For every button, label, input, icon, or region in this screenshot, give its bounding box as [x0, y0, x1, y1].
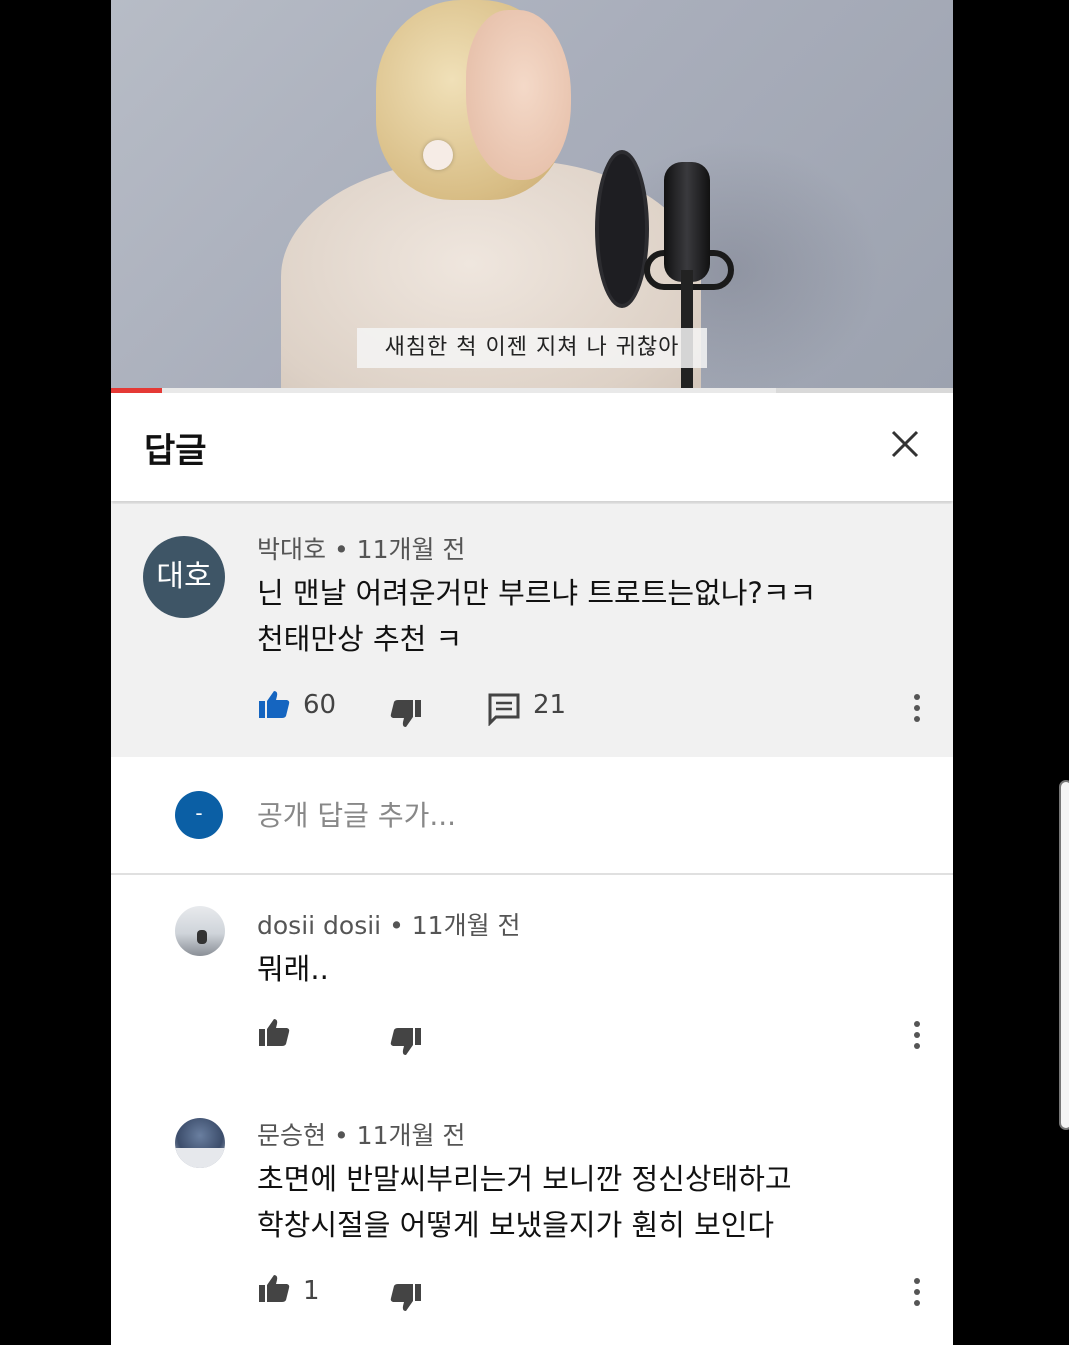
reply-icon[interactable] — [487, 692, 521, 726]
earring — [423, 140, 453, 170]
microphone — [664, 162, 710, 282]
meta-separator: • — [333, 1121, 349, 1150]
more-icon[interactable] — [912, 694, 922, 726]
video-player[interactable]: 새침한 척 이젠 지쳐 나 귀찮아 — [111, 0, 953, 392]
comment-line: 뭐래.. — [257, 952, 329, 986]
comment-time: 11개월 전 — [356, 535, 466, 564]
comment-text: 초면에 반말씨부리는거 보니깐 정신상태하고 학창시절을 어떻게 보냈을지가 훤… — [257, 1156, 792, 1248]
reply-count[interactable]: 21 — [533, 690, 566, 720]
thumb-up-icon[interactable] — [257, 1016, 291, 1050]
like-count: 1 — [303, 1276, 320, 1306]
close-icon[interactable] — [887, 426, 923, 462]
video-subtitle: 새침한 척 이젠 지쳐 나 귀찮아 — [357, 328, 707, 368]
more-icon[interactable] — [912, 1278, 922, 1310]
avatar[interactable]: 대호 — [143, 536, 225, 618]
comment-line: 닌 맨날 어려운거만 부르냐 트로트는없나?ㅋㅋ — [257, 576, 817, 610]
pop-filter — [595, 150, 649, 308]
comment-line: 천태만상 추천 ㅋ — [257, 622, 463, 656]
replies-header: 답글 — [111, 393, 953, 501]
comment-time: 11개월 전 — [411, 911, 521, 940]
add-reply-row: - — [111, 757, 953, 875]
comment-meta: 박대호 • 11개월 전 — [257, 530, 465, 566]
replies-title: 답글 — [144, 431, 207, 471]
comment-author[interactable]: 박대호 — [257, 535, 326, 564]
comment-author[interactable]: dosii dosii — [257, 911, 381, 940]
avatar[interactable] — [175, 906, 225, 956]
singer-face — [466, 10, 571, 180]
parent-comment: 대호 박대호 • 11개월 전 닌 맨날 어려운거만 부르냐 트로트는없나?ㅋㅋ… — [111, 504, 953, 757]
meta-separator: • — [333, 535, 349, 564]
comment-author[interactable]: 문승현 — [257, 1121, 326, 1150]
reply-input[interactable] — [257, 791, 877, 839]
comment-meta: dosii dosii • 11개월 전 — [257, 906, 521, 942]
thumb-down-icon[interactable] — [389, 1024, 423, 1058]
own-avatar: - — [175, 791, 223, 839]
edge-panel-handle[interactable] — [1059, 780, 1069, 1130]
thumb-down-icon[interactable] — [389, 1280, 423, 1314]
thumb-up-icon[interactable] — [257, 688, 291, 722]
comment-line: 초면에 반말씨부리는거 보니깐 정신상태하고 — [257, 1162, 792, 1196]
thumb-up-icon[interactable] — [257, 1272, 291, 1306]
comment-text: 뭐래.. — [257, 946, 329, 992]
like-count: 60 — [303, 690, 337, 720]
more-icon[interactable] — [912, 1021, 922, 1053]
avatar[interactable] — [175, 1118, 225, 1168]
comment-meta: 문승현 • 11개월 전 — [257, 1116, 465, 1152]
comment-line: 학창시절을 어떻게 보냈을지가 훤히 보인다 — [257, 1208, 775, 1242]
thumb-down-icon[interactable] — [389, 696, 423, 730]
comment-time: 11개월 전 — [356, 1121, 466, 1150]
meta-separator: • — [389, 911, 404, 940]
phone-screen: 새침한 척 이젠 지쳐 나 귀찮아 답글 대호 박대호 • 11개월 전 닌 맨… — [111, 0, 953, 1345]
comment-text: 닌 맨날 어려운거만 부르냐 트로트는없나?ㅋㅋ 천태만상 추천 ㅋ — [257, 570, 816, 662]
